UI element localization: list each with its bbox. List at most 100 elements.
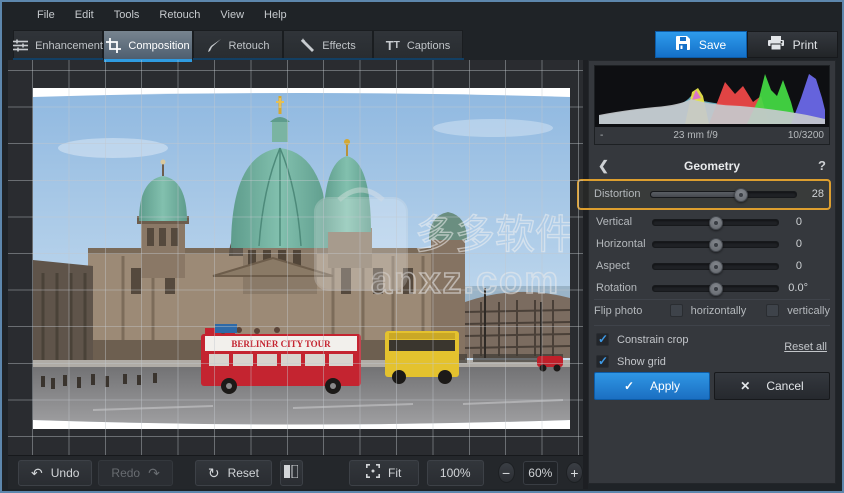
panel-action-buttons: ✓ Apply ✕ Cancel <box>594 372 830 400</box>
zoom-100-button[interactable]: 100% <box>426 459 484 486</box>
tab-label: Enhancement <box>35 39 103 52</box>
slider-knob[interactable] <box>733 188 748 202</box>
app-window: File Edit Tools Retouch View Help Enhanc… <box>0 0 844 493</box>
yellow-bus <box>385 331 459 384</box>
svg-text:BERLINER CITY TOUR: BERLINER CITY TOUR <box>231 339 331 349</box>
constrain-crop-label: Constrain crop <box>617 333 689 346</box>
vertical-slider[interactable] <box>652 216 779 230</box>
plus-icon: + <box>570 464 579 481</box>
menu-tools[interactable]: Tools <box>105 6 149 24</box>
camera-info: - 23 mm f/9 10/3200 <box>595 127 829 144</box>
redo-icon: ↷ <box>148 464 160 481</box>
panel-header: ❮ Geometry ? <box>594 158 830 175</box>
before-after-icon <box>284 464 299 481</box>
slider-value: 0 <box>795 238 802 250</box>
rotation-slider[interactable] <box>652 282 779 296</box>
tab-label: Retouch <box>228 39 270 52</box>
show-grid-row: Show grid <box>596 354 666 368</box>
aspect-slider[interactable] <box>652 260 779 274</box>
slider-row-rotation: Rotation 0.0° <box>594 279 830 299</box>
fit-label: Fit <box>388 465 402 480</box>
slider-knob[interactable] <box>708 216 723 230</box>
flip-horizontal-label: horizontally <box>690 304 747 317</box>
distortion-slider[interactable] <box>650 188 797 202</box>
photo-canvas[interactable]: BERLINER CITY TOUR 多多软 anxz.com <box>8 60 583 455</box>
save-button[interactable]: Save <box>655 31 747 58</box>
menu-file[interactable]: File <box>28 6 64 24</box>
divider <box>594 299 830 300</box>
reset-icon: ↻ <box>207 464 220 481</box>
svg-text:多多软件站: 多多软件站 <box>415 213 570 257</box>
zoom-level-label: 60% <box>528 465 553 480</box>
constrain-crop-row: Constrain crop <box>596 332 689 346</box>
menu-edit[interactable]: Edit <box>66 6 103 24</box>
tab-composition[interactable]: Composition <box>103 30 193 62</box>
flip-photo-row: Flip photo horizontally vertically <box>594 304 830 317</box>
show-grid-label: Show grid <box>617 355 666 368</box>
slider-label: Rotation <box>596 282 637 294</box>
horizontal-slider[interactable] <box>652 238 779 252</box>
flip-photo-label: Flip photo <box>594 304 643 317</box>
undo-icon: ↶ <box>31 464 43 481</box>
cancel-button[interactable]: ✕ Cancel <box>714 372 830 400</box>
fit-button[interactable]: Fit <box>348 459 419 486</box>
print-label: Print <box>792 37 818 52</box>
apply-button[interactable]: ✓ Apply <box>594 372 710 400</box>
camera-settings: 23 mm f/9 <box>673 130 718 141</box>
sliders-icon <box>13 39 29 52</box>
slider-value: 0.0° <box>788 282 808 294</box>
constrain-crop-checkbox[interactable] <box>596 332 609 346</box>
geometry-panel: - 23 mm f/9 10/3200 ❮ Geometry ? Distort… <box>577 60 836 484</box>
red-bus: BERLINER CITY TOUR <box>201 327 361 394</box>
menu-help[interactable]: Help <box>255 6 296 24</box>
flip-vertical-checkbox[interactable] <box>766 304 780 317</box>
brush-icon <box>207 38 222 53</box>
help-button[interactable]: ? <box>818 158 826 173</box>
flip-horizontal-checkbox[interactable] <box>669 304 683 317</box>
printer-icon <box>767 36 784 53</box>
tab-retouch[interactable]: Retouch <box>193 30 283 60</box>
wand-icon <box>300 38 315 53</box>
zoom-out-button[interactable]: − <box>497 462 515 483</box>
flip-vertical-label: vertically <box>787 304 830 317</box>
minus-icon: − <box>502 464 511 481</box>
text-icon: TT <box>385 38 400 53</box>
bottom-toolbar: ↶ Undo Redo ↷ ↻ Reset Fit 100% − 60% + <box>8 455 583 489</box>
slider-knob[interactable] <box>708 260 723 274</box>
slider-row-aspect: Aspect 0 <box>594 257 830 277</box>
close-icon: ✕ <box>740 379 751 393</box>
slider-label: Distortion <box>594 188 641 200</box>
save-label: Save <box>698 37 727 52</box>
slider-knob[interactable] <box>708 238 723 252</box>
slider-value: 0 <box>795 216 802 228</box>
reset-all-link[interactable]: Reset all <box>784 341 827 353</box>
undo-button[interactable]: ↶ Undo <box>18 459 93 486</box>
panel-title: Geometry <box>683 159 741 173</box>
svg-text:anxz.com: anxz.com <box>371 260 560 302</box>
redo-label: Redo <box>111 465 141 480</box>
zoom-100-label: 100% <box>439 465 471 480</box>
zoom-level-value[interactable]: 60% <box>522 460 558 485</box>
shutter-speed: 10/3200 <box>787 130 824 141</box>
slider-label: Vertical <box>596 216 633 228</box>
menu-retouch[interactable]: Retouch <box>150 6 209 24</box>
zoom-in-button[interactable]: + <box>565 462 583 483</box>
tab-label: Effects <box>322 39 356 52</box>
tab-captions[interactable]: TT Captions <box>373 30 463 60</box>
check-icon: ✓ <box>623 379 635 393</box>
slider-value: 0 <box>795 260 802 272</box>
slider-label: Aspect <box>596 260 630 272</box>
fit-icon <box>366 464 381 481</box>
reset-button[interactable]: ↻ Reset <box>194 459 272 486</box>
redo-button[interactable]: Redo ↷ <box>98 459 173 486</box>
histogram-plot <box>599 74 825 124</box>
print-button[interactable]: Print <box>747 31 838 58</box>
tab-enhancement[interactable]: Enhancement <box>13 30 103 60</box>
menu-view[interactable]: View <box>211 6 253 24</box>
slider-knob[interactable] <box>708 282 723 296</box>
before-after-button[interactable] <box>279 459 303 486</box>
tab-effects[interactable]: Effects <box>283 30 373 60</box>
photo-image[interactable]: BERLINER CITY TOUR 多多软 anxz.com <box>33 88 570 429</box>
show-grid-checkbox[interactable] <box>596 354 609 368</box>
tab-label: Composition <box>128 39 190 52</box>
